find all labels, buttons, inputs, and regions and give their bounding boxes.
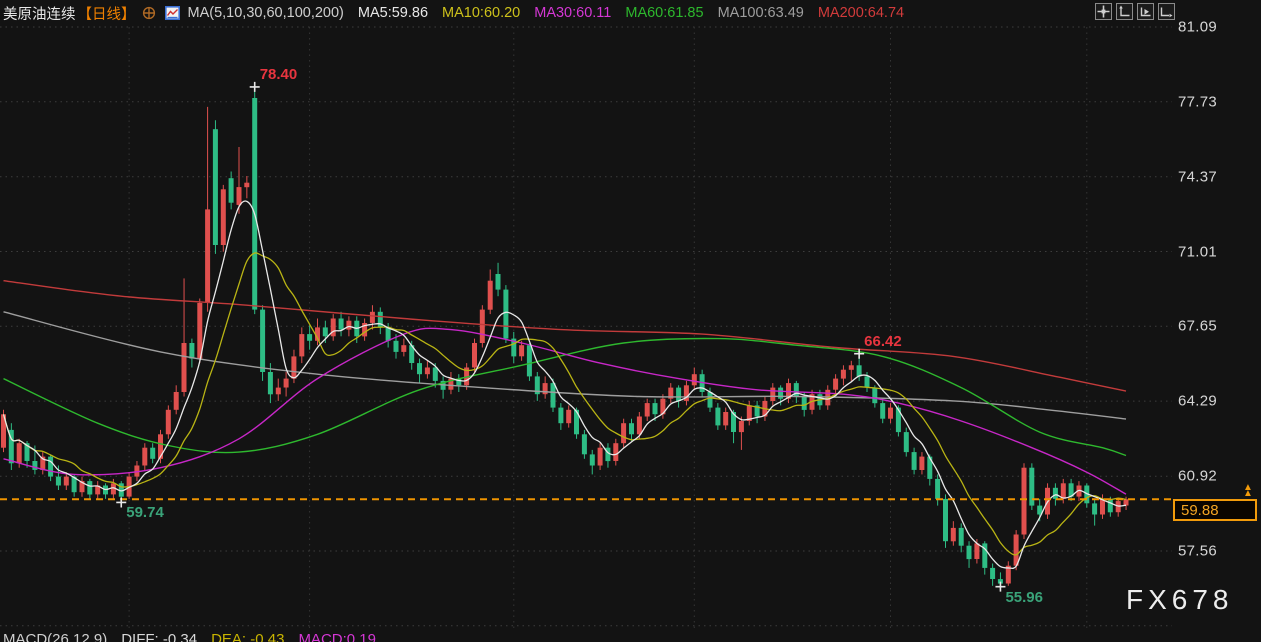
scale-axis-play-button[interactable] xyxy=(1137,3,1154,20)
chart-header: 美原油连续 【日线】 MA(5,10,30,60,100,200) MA5:59… xyxy=(0,0,1261,26)
ma-legend-4: MA100:63.49 xyxy=(718,5,804,21)
ma-legend-2: MA30:60.11 xyxy=(534,5,611,21)
price-axis-label: 64.29 xyxy=(1178,393,1217,410)
macd-diff-value: DIFF: -0.34 xyxy=(121,631,197,642)
extreme-cross-marker xyxy=(854,349,864,359)
candlestick-chart-canvas[interactable] xyxy=(0,0,1261,642)
price-axis-label: 60.92 xyxy=(1178,468,1217,485)
extreme-cross-marker xyxy=(250,82,260,92)
price-axis-label: 77.73 xyxy=(1178,93,1217,110)
scale-axis-left-button[interactable] xyxy=(1116,3,1133,20)
price-axis-label: 71.01 xyxy=(1178,243,1217,260)
ma-line-ma5 xyxy=(4,201,1127,568)
ma-values-legend: MA5:59.86 MA10:60.20 MA30:60.11 MA60:61.85 M… xyxy=(344,5,904,21)
scale-axis-right-button[interactable] xyxy=(1158,3,1175,20)
extreme-cross-marker xyxy=(995,582,1005,592)
price-axis-label: 74.37 xyxy=(1178,168,1217,185)
ma-line-ma200 xyxy=(4,281,1127,391)
price-annotation: 55.96 xyxy=(1005,589,1043,606)
macd-indicator-row: MACD(26,12,9) DIFF: -0.34 DEA: -0.43 MACD:0… xyxy=(3,631,390,642)
ma-legend-5: MA200:64.74 xyxy=(818,5,904,21)
ma-settings-label: MA(5,10,30,60,100,200) xyxy=(188,5,344,21)
macd-dea-value: DEA: -0.43 xyxy=(211,631,284,642)
last-price-tag: 59.88 xyxy=(1173,499,1257,521)
macd-value: MACD:0.19 xyxy=(298,631,376,642)
ma-legend-3: MA60:61.85 xyxy=(625,5,703,21)
price-axis-label: 57.56 xyxy=(1178,543,1217,560)
macd-formula: MACD(26,12,9) xyxy=(3,631,107,642)
ma-legend-0: MA5:59.86 xyxy=(358,5,428,21)
candlestick-chart-icon[interactable] xyxy=(165,6,180,20)
ma-legend-1: MA10:60.20 xyxy=(442,5,520,21)
fx678-watermark: FX678 xyxy=(1126,584,1234,616)
price-annotation: 78.40 xyxy=(260,66,298,83)
chart-toolbar xyxy=(1095,3,1175,20)
move-tool-button[interactable] xyxy=(1095,3,1112,20)
price-up-arrow-icon: ▲▲ xyxy=(1243,485,1253,497)
price-annotation: 59.74 xyxy=(126,504,164,521)
ma-line-ma30 xyxy=(4,328,1127,494)
symbol-name: 美原油连续 xyxy=(3,3,76,24)
price-axis-label: 67.65 xyxy=(1178,318,1217,335)
price-annotation: 66.42 xyxy=(864,333,902,350)
circle-plus-icon[interactable] xyxy=(142,6,156,20)
chart-app: 美原油连续 【日线】 MA(5,10,30,60,100,200) MA5:59… xyxy=(0,0,1261,642)
period-selector[interactable]: 【日线】 xyxy=(78,3,136,24)
